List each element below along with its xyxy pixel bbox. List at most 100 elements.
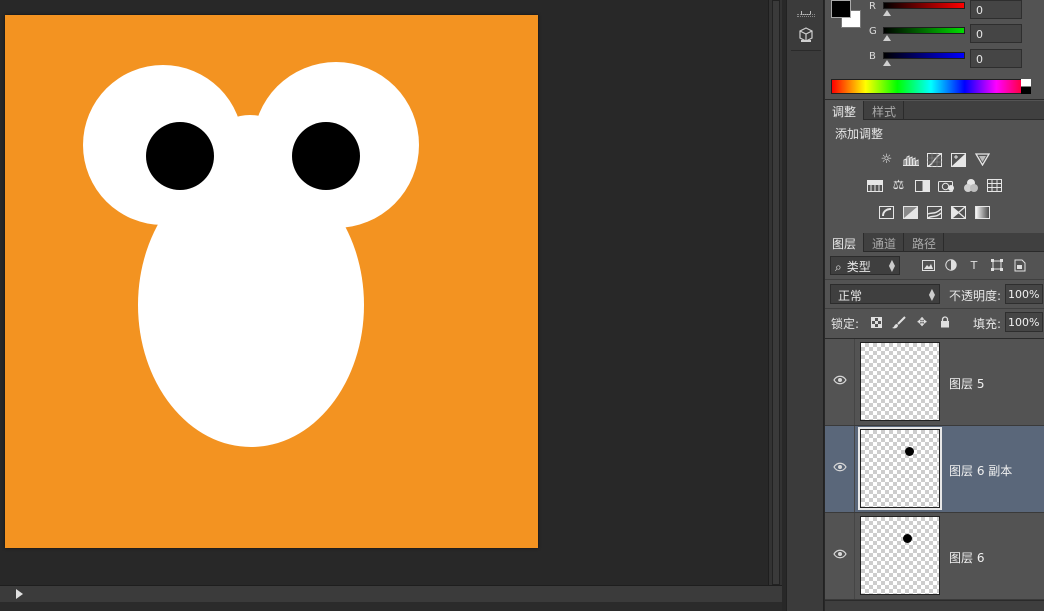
blue-label: B [869,51,876,62]
tab-styles[interactable]: 样式 [865,101,905,120]
fill-label: 填充: [973,317,1002,331]
tab-paths[interactable]: 路径 [905,233,945,252]
fill-input[interactable]: 100% [1005,312,1043,332]
foreground-color-swatch[interactable] [831,0,851,18]
color-panel: R 0 G 0 B 0 [825,0,1044,100]
levels-icon[interactable] [902,151,919,168]
document-canvas[interactable] [5,15,538,548]
artwork [5,15,538,548]
curves-icon[interactable] [926,151,943,168]
adjustments-panel: 添加调整 ☼ ⚖ [825,120,1044,234]
thumbnail-pupil-dot [903,534,912,543]
vertical-scrollbar[interactable] [768,0,782,585]
green-value-field[interactable]: 0 [970,24,1022,43]
status-bar [0,602,782,611]
blue-slider-handle[interactable] [883,60,891,66]
blue-value-field[interactable]: 0 [970,49,1022,68]
lock-position-move-icon[interactable]: ✥ [915,315,929,329]
threshold-icon[interactable] [926,204,943,221]
horizontal-scrollbar[interactable] [0,585,782,602]
face-ellipse [138,163,364,447]
layer-thumbnail[interactable] [860,516,940,595]
pixel-layer-filter-icon[interactable] [921,258,935,272]
photo-filter-icon[interactable] [938,177,955,194]
green-slider[interactable] [883,27,965,34]
layer-filter-icons: T [921,258,1027,272]
right-pupil [292,122,360,190]
layer-row[interactable]: 图层 6 [825,513,1044,600]
lock-transparent-pixels-icon[interactable] [869,315,883,329]
layer-thumbnail[interactable] [858,427,942,510]
lock-image-pixels-brush-icon[interactable] [892,315,906,329]
visibility-toggle[interactable] [825,513,855,599]
layers-tabbar: 图层 通道 路径 [825,233,1044,252]
add-adjustment-label: 添加调整 [835,127,884,141]
visibility-toggle[interactable] [825,426,855,512]
visibility-toggle[interactable] [825,339,855,425]
grip-icon[interactable] [797,14,815,17]
invert-icon[interactable] [878,204,895,221]
tab-layers[interactable]: 图层 [825,233,865,252]
adjustment-row-1: ☼ [825,151,1044,169]
blue-slider[interactable] [883,52,965,59]
3d-button[interactable] [791,22,821,48]
exposure-icon[interactable] [950,151,967,168]
green-label: G [869,26,877,37]
posterize-icon[interactable] [902,204,919,221]
layer-filter-value: 类型 [846,260,871,274]
adjustments-tabbar: 调整 样式 [825,101,1044,120]
color-spectrum-bar[interactable] [831,79,1031,94]
brightness-icon[interactable]: ☼ [878,151,895,168]
adjustment-layer-filter-icon[interactable] [944,258,958,272]
spinner-arrows-icon: ▲ ▼ [928,287,935,302]
type-layer-filter-icon[interactable]: T [967,258,981,272]
lock-icons: ✥ [869,315,952,329]
hue-saturation-icon[interactable] [866,177,883,194]
blend-mode-value: 正常 [838,289,863,303]
layer-name[interactable]: 图层 6 副本 [949,462,1012,479]
eye-icon[interactable] [833,549,847,559]
opacity-label: 不透明度: [949,289,1002,303]
red-slider-handle[interactable] [883,10,891,16]
spinner-arrows-icon: ▲ ▼ [888,258,895,273]
eye-icon[interactable] [833,462,847,472]
play-arrow-icon[interactable] [16,589,23,599]
black-white-ramp[interactable] [1021,79,1031,94]
red-value-field[interactable]: 0 [970,0,1022,19]
channel-mixer-icon[interactable] [962,177,979,194]
gradient-map-icon[interactable] [974,204,991,221]
green-slider-handle[interactable] [883,35,891,41]
red-slider[interactable] [883,2,965,9]
color-lookup-icon[interactable] [986,177,1003,194]
layer-row-selected[interactable]: 图层 6 副本 [825,426,1044,513]
layer-filter-select[interactable]: ⌕ 类型 ▲ ▼ [830,256,900,275]
red-label: R [869,1,876,12]
thumbnail-pupil-dot [905,447,914,456]
lock-all-padlock-icon[interactable] [938,315,952,329]
right-panels: R 0 G 0 B 0 调整 样式 添加调整 ☼ ⚖ 图层 通道 路径 ⌕ 类型… [825,0,1044,611]
tab-channels[interactable]: 通道 [865,233,905,252]
scroll-thumb[interactable] [772,0,780,585]
color-balance-icon[interactable]: ⚖ [890,177,907,194]
opacity-input[interactable]: 100% [1005,284,1043,304]
vibrance-icon[interactable] [974,151,991,168]
photoshop-window: R 0 G 0 B 0 调整 样式 添加调整 ☼ ⚖ 图层 通道 路径 ⌕ 类型… [0,0,1044,611]
layer-name[interactable]: 图层 5 [949,375,984,392]
left-pupil [146,122,214,190]
shape-layer-filter-icon[interactable] [990,258,1004,272]
3d-cube-icon [799,27,813,42]
lock-label: 锁定: [831,317,860,331]
layer-row[interactable]: 图层 5 [825,339,1044,426]
black-white-icon[interactable] [914,177,931,194]
layer-list: 图层 5 图层 6 副本 图层 6 [825,338,1044,611]
layer-thumbnail[interactable] [860,342,940,421]
layer-name[interactable]: 图层 6 [949,549,984,566]
search-icon: ⌕ [835,260,842,274]
selective-color-icon[interactable] [950,204,967,221]
blend-mode-select[interactable]: 正常 ▲ ▼ [830,284,940,304]
smart-object-filter-icon[interactable] [1013,258,1027,272]
adjustment-row-2: ⚖ [825,177,1044,195]
collapsed-panel-dock [786,0,824,611]
tab-adjustments[interactable]: 调整 [825,101,865,120]
eye-icon[interactable] [833,375,847,385]
